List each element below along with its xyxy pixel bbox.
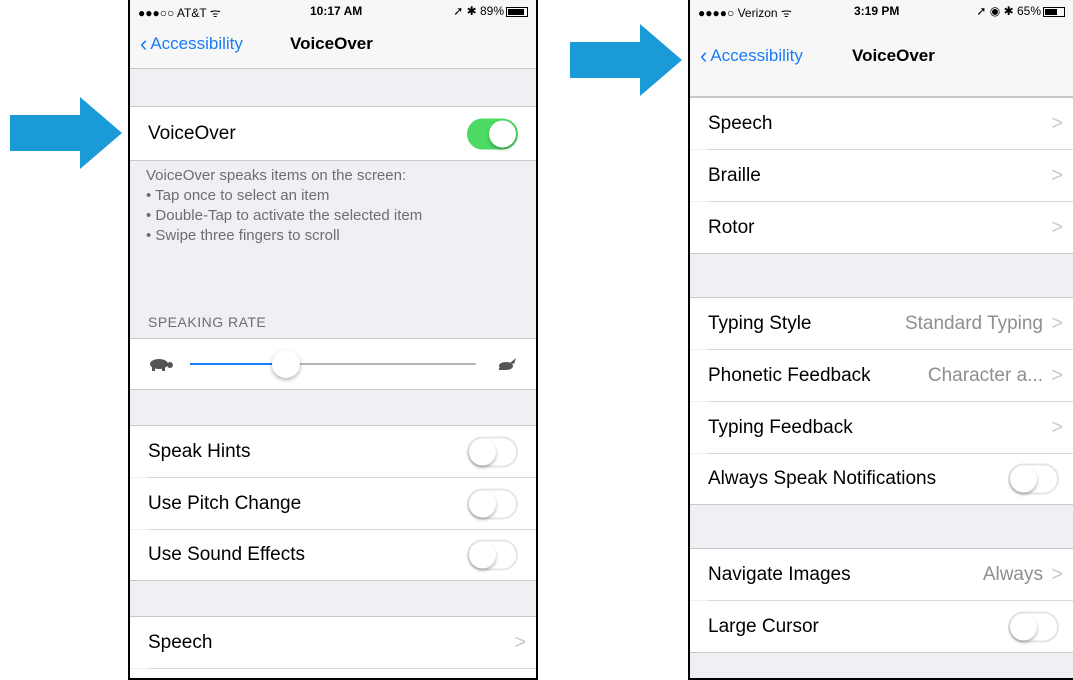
- phonetic-feedback-row[interactable]: Phonetic Feedback Character a... >: [690, 350, 1073, 401]
- slider-thumb[interactable]: [272, 350, 300, 378]
- chevron-right-icon: >: [1051, 364, 1063, 386]
- chevron-right-icon: >: [1051, 416, 1063, 438]
- typing-style-label: Typing Style: [708, 312, 812, 334]
- description-line: • Swipe three fingers to scroll: [146, 227, 340, 244]
- nav-bar: ‹ Accessibility VoiceOver: [690, 18, 1073, 97]
- chevron-left-icon: ‹: [140, 31, 148, 56]
- speak-hints-toggle[interactable]: [467, 436, 518, 467]
- voiceover-row[interactable]: VoiceOver: [130, 107, 536, 160]
- callout-arrow-right: [570, 24, 682, 96]
- description-line: • Tap once to select an item: [146, 187, 330, 204]
- speech-label: Speech: [148, 631, 213, 653]
- back-button[interactable]: ‹ Accessibility: [140, 31, 243, 56]
- turtle-icon: [150, 359, 173, 371]
- status-right: ➚ ◉ ✱ 65%: [976, 4, 1065, 18]
- callout-arrow-left: [10, 97, 122, 169]
- right-phone-screen: ●●●●○ Verizon ᯤ 3:19 PM ➚ ◉ ✱ 65% ‹ Acces…: [688, 0, 1073, 680]
- navigate-images-row[interactable]: Navigate Images Always >: [690, 549, 1073, 600]
- use-pitch-change-toggle[interactable]: [467, 488, 518, 519]
- voiceover-toggle[interactable]: [467, 118, 518, 149]
- chevron-right-icon: >: [1051, 216, 1063, 238]
- status-right: ➚ ✱ 89%: [453, 4, 528, 18]
- always-speak-notifications-label: Always Speak Notifications: [708, 468, 937, 489]
- speech-row[interactable]: Speech >: [130, 617, 536, 668]
- large-cursor-label: Large Cursor: [708, 615, 819, 637]
- typing-feedback-label: Typing Feedback: [708, 416, 853, 438]
- rotor-label: Rotor: [708, 216, 755, 238]
- use-pitch-change-row[interactable]: Use Pitch Change: [130, 478, 536, 529]
- voiceover-label: VoiceOver: [148, 122, 236, 144]
- use-sound-effects-label: Use Sound Effects: [148, 544, 306, 565]
- battery-icon: [506, 6, 528, 17]
- braille-row[interactable]: Braille >: [690, 150, 1073, 201]
- always-speak-notifications-toggle[interactable]: [1008, 463, 1059, 495]
- battery-icon: [1043, 6, 1065, 17]
- chevron-right-icon: >: [1051, 312, 1063, 334]
- hare-icon: [499, 358, 516, 370]
- status-bar: ●●●○○ AT&T ᯤ 10:17 AM ➚ ✱ 89%: [130, 0, 536, 20]
- chevron-left-icon: ‹: [700, 43, 708, 68]
- speak-hints-label: Speak Hints: [148, 440, 251, 462]
- status-bar: ●●●●○ Verizon ᯤ 3:19 PM ➚ ◉ ✱ 65%: [690, 0, 1073, 20]
- speech-row[interactable]: Speech >: [690, 98, 1073, 149]
- speaking-rate-header: SPEAKING RATE: [148, 314, 267, 330]
- typing-style-row[interactable]: Typing Style Standard Typing >: [690, 298, 1073, 349]
- status-time: 3:19 PM: [854, 4, 900, 18]
- page-title: VoiceOver: [290, 34, 373, 53]
- braille-label: Braille: [708, 164, 761, 186]
- speaking-rate-slider[interactable]: [130, 339, 536, 389]
- voiceover-description: VoiceOver speaks items on the screen: • …: [146, 166, 422, 246]
- large-cursor-row[interactable]: Large Cursor: [690, 601, 1073, 652]
- speech-label: Speech: [708, 112, 773, 134]
- left-phone-screen: ●●●○○ AT&T ᯤ 10:17 AM ➚ ✱ 89% ‹ Accessibi…: [128, 0, 538, 680]
- nav-bar: ‹ Accessibility VoiceOver: [130, 18, 536, 69]
- chevron-right-icon: >: [1051, 112, 1063, 134]
- use-sound-effects-toggle[interactable]: [467, 539, 518, 571]
- typing-style-value: Standard Typing: [904, 312, 1043, 334]
- navigate-images-label: Navigate Images: [708, 563, 851, 585]
- description-line: • Double-Tap to activate the selected it…: [146, 207, 423, 224]
- navigate-images-value: Always: [982, 563, 1043, 585]
- phonetic-feedback-label: Phonetic Feedback: [708, 364, 871, 386]
- use-pitch-change-label: Use Pitch Change: [148, 492, 302, 514]
- status-time: 10:17 AM: [310, 4, 363, 18]
- chevron-right-icon: >: [1051, 164, 1063, 186]
- speak-hints-row[interactable]: Speak Hints: [130, 426, 536, 477]
- page-title: VoiceOver: [852, 46, 935, 65]
- back-button[interactable]: ‹ Accessibility: [700, 43, 803, 68]
- rotor-row[interactable]: Rotor >: [690, 202, 1073, 253]
- next-row-partial: [130, 669, 536, 678]
- always-speak-notifications-row[interactable]: Always Speak Notifications: [690, 454, 1073, 504]
- chevron-right-icon: >: [514, 631, 526, 653]
- typing-feedback-row[interactable]: Typing Feedback >: [690, 402, 1073, 453]
- use-sound-effects-row[interactable]: Use Sound Effects: [130, 530, 536, 580]
- large-cursor-toggle[interactable]: [1008, 611, 1059, 642]
- phonetic-feedback-value: Character a...: [927, 364, 1043, 386]
- chevron-right-icon: >: [1051, 563, 1063, 585]
- description-line: VoiceOver speaks items on the screen:: [146, 167, 407, 184]
